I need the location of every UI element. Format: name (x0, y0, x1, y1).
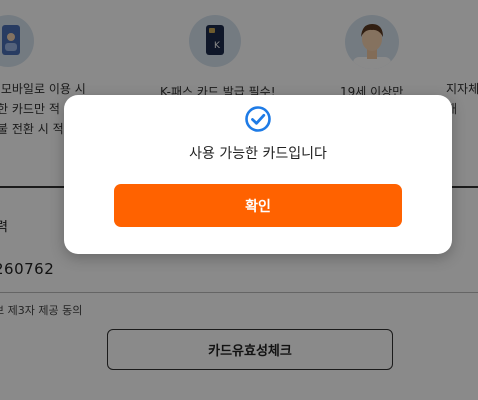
confirm-button[interactable]: 확인 (114, 184, 402, 227)
check-circle-icon (244, 105, 272, 133)
card-valid-dialog: 사용 가능한 카드입니다 확인 (64, 95, 452, 254)
dialog-message: 사용 가능한 카드입니다 (189, 146, 327, 162)
